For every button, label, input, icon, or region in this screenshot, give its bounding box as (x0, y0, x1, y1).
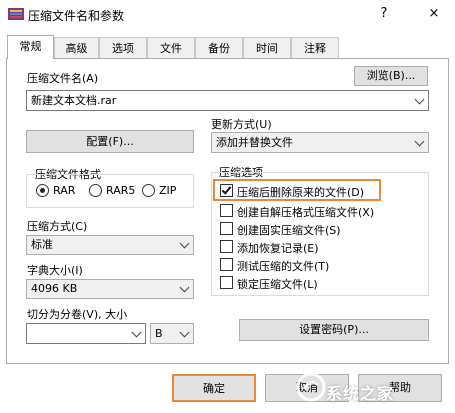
option-delete-after-checkbox[interactable] (220, 184, 233, 197)
chevron-down-icon[interactable] (179, 282, 190, 293)
option-solid-checkbox[interactable] (220, 222, 233, 235)
option-sfx-checkbox[interactable] (220, 204, 233, 217)
chevron-down-icon[interactable] (414, 94, 425, 104)
option-delete-after-label: 压缩后删除原来的文件(D) (237, 186, 365, 199)
option-lock-checkbox[interactable] (220, 276, 233, 289)
format-rar-label: RAR (53, 184, 76, 197)
option-lock-label: 锁定压缩文件(L) (237, 278, 318, 291)
dictionary-value: 4096 KB (31, 282, 78, 295)
profiles-button[interactable]: 配置(F)... (26, 130, 194, 153)
watermark-text: 系统之家 (326, 384, 395, 403)
method-select[interactable]: 标准 (26, 235, 194, 255)
dictionary-label: 字典大小(I) (27, 264, 83, 277)
watermark-logo-icon (296, 372, 326, 402)
set-password-button[interactable]: 设置密码(P)... (239, 319, 429, 341)
archive-name-value: 新建文本文档.rar (31, 94, 117, 107)
winrar-app-icon (8, 8, 24, 20)
split-volume-combobox[interactable] (26, 323, 146, 344)
split-unit-value: B (155, 327, 163, 340)
split-unit-select[interactable]: B (150, 323, 194, 344)
split-volume-label: 切分为分卷(V), 大小 (27, 308, 128, 321)
option-sfx-label: 创建自解压格式压缩文件(X) (237, 206, 375, 219)
option-solid-label: 创建固实压缩文件(S) (237, 224, 341, 237)
help-title-button[interactable]: ? (373, 4, 395, 24)
window-title: 压缩文件名和参数 (28, 9, 125, 23)
option-test-label: 测试压缩的文件(T) (237, 260, 330, 273)
option-recovery-checkbox[interactable] (220, 240, 233, 253)
method-value: 标准 (31, 238, 53, 251)
method-label: 压缩方式(C) (27, 220, 88, 233)
chevron-down-icon[interactable] (131, 327, 142, 337)
tab-files[interactable]: 文件 (147, 37, 195, 59)
option-test-checkbox[interactable] (220, 258, 233, 271)
ok-button[interactable]: 确定 (172, 374, 256, 402)
tab-options[interactable]: 选项 (99, 37, 147, 59)
tab-general[interactable]: 常规 (7, 35, 54, 59)
format-zip-radio[interactable] (142, 184, 155, 197)
update-mode-select[interactable]: 添加并替换文件 (211, 132, 429, 153)
archive-name-label: 压缩文件名(A) (27, 72, 99, 85)
option-recovery-label: 添加恢复记录(E) (237, 242, 319, 255)
close-title-button[interactable]: × (423, 4, 445, 24)
chevron-down-icon[interactable] (414, 136, 425, 146)
update-mode-value: 添加并替换文件 (216, 136, 293, 149)
format-rar-radio[interactable] (36, 184, 49, 197)
tab-comment[interactable]: 注释 (291, 37, 339, 59)
format-zip-label: ZIP (159, 184, 177, 197)
format-rar5-label: RAR5 (106, 184, 136, 197)
check-icon (221, 184, 232, 195)
tab-time[interactable]: 时间 (243, 37, 291, 59)
browse-button[interactable]: 浏览(B)... (354, 66, 428, 86)
chevron-down-icon[interactable] (179, 238, 190, 249)
update-mode-label: 更新方式(U) (211, 118, 272, 131)
format-rar5-radio[interactable] (89, 184, 102, 197)
archive-name-combobox[interactable]: 新建文本文档.rar (26, 90, 429, 111)
dictionary-select[interactable]: 4096 KB (26, 279, 194, 299)
chevron-down-icon[interactable] (179, 327, 190, 337)
tab-advanced[interactable]: 高级 (54, 37, 99, 59)
tab-backup[interactable]: 备份 (195, 37, 243, 59)
